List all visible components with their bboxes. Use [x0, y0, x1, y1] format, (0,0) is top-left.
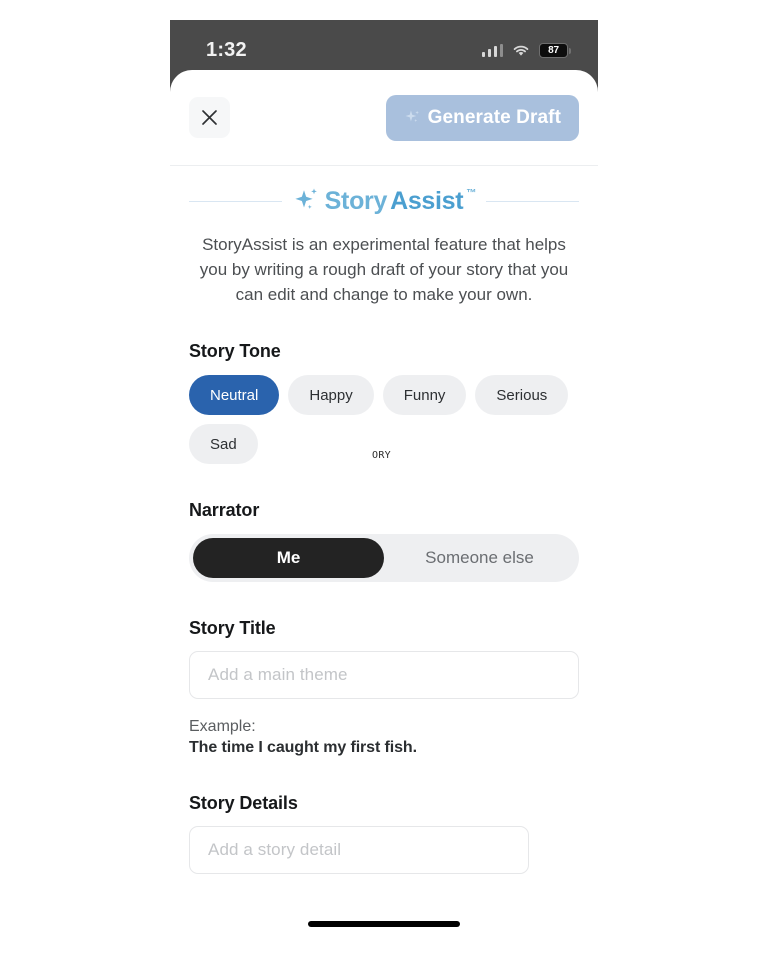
story-title-input[interactable]: Add a main theme — [189, 651, 579, 699]
storyassist-logo: Story Assist ™ — [292, 186, 477, 216]
phone-frame: 1:32 87 Generate Draft Story Assist ™ St… — [170, 20, 598, 941]
tone-chip-serious[interactable]: Serious — [475, 375, 569, 415]
divider-left — [189, 200, 282, 202]
tone-chip-neutral[interactable]: Neutral — [189, 375, 280, 415]
intro-text: StoryAssist is an experimental feature t… — [199, 235, 569, 304]
status-indicators: 87 — [481, 42, 571, 58]
generate-draft-label: Generate Draft — [427, 106, 561, 128]
modal-sheet: Generate Draft Story Assist ™ StoryAssis… — [170, 70, 598, 941]
example-label: Example: — [189, 718, 256, 735]
narrator-title: Narrator — [189, 500, 260, 520]
example-text: The time I caught my first fish. — [189, 739, 417, 756]
divider-right — [486, 200, 579, 202]
ory-artifact-text: ORY — [372, 450, 391, 461]
home-indicator — [308, 921, 460, 927]
close-button[interactable] — [189, 97, 230, 138]
status-time: 1:32 — [206, 38, 247, 61]
narrator-option-me[interactable]: Me — [193, 538, 384, 578]
tone-chip-sad[interactable]: Sad — [189, 424, 258, 464]
story-tone-title: Story Tone — [189, 341, 281, 361]
tone-chip-happy[interactable]: Happy — [288, 375, 374, 415]
story-details-label: Story Details — [189, 793, 298, 813]
narrator-option-someone-else[interactable]: Someone else — [384, 538, 575, 578]
battery-icon: 87 — [539, 42, 571, 58]
story-title-label: Story Title — [189, 618, 276, 638]
wifi-icon — [513, 45, 529, 56]
cellular-signal-icon — [481, 43, 503, 57]
close-icon — [202, 110, 217, 125]
story-title-example: Example: The time I caught my first fish… — [189, 718, 579, 757]
brand-header: Story Assist ™ — [189, 166, 579, 216]
logo-text-assist: Assist — [390, 186, 464, 215]
sheet-body: Story Assist ™ StoryAssist is an experimen… — [170, 166, 598, 874]
story-details-placeholder: Add a story detail — [208, 840, 342, 859]
story-title-placeholder: Add a main theme — [208, 665, 348, 684]
narrator-segmented-control: Me Someone else — [189, 534, 579, 582]
generate-draft-button[interactable]: Generate Draft — [385, 94, 579, 141]
sparkle-icon — [405, 110, 419, 122]
story-details-input[interactable]: Add a story detail — [189, 826, 529, 874]
logo-text-story: Story — [324, 186, 388, 215]
story-tone-options: Neutral Happy Funny Serious Sad ORY — [189, 375, 579, 464]
sparkle-icon — [295, 188, 317, 209]
sheet-header: Generate Draft — [170, 70, 598, 166]
tone-chip-funny[interactable]: Funny — [382, 375, 467, 415]
battery-percent: 87 — [548, 44, 559, 56]
screen: 1:32 87 Generate Draft Story Assist ™ St… — [0, 0, 768, 960]
trademark-symbol: ™ — [466, 187, 477, 199]
